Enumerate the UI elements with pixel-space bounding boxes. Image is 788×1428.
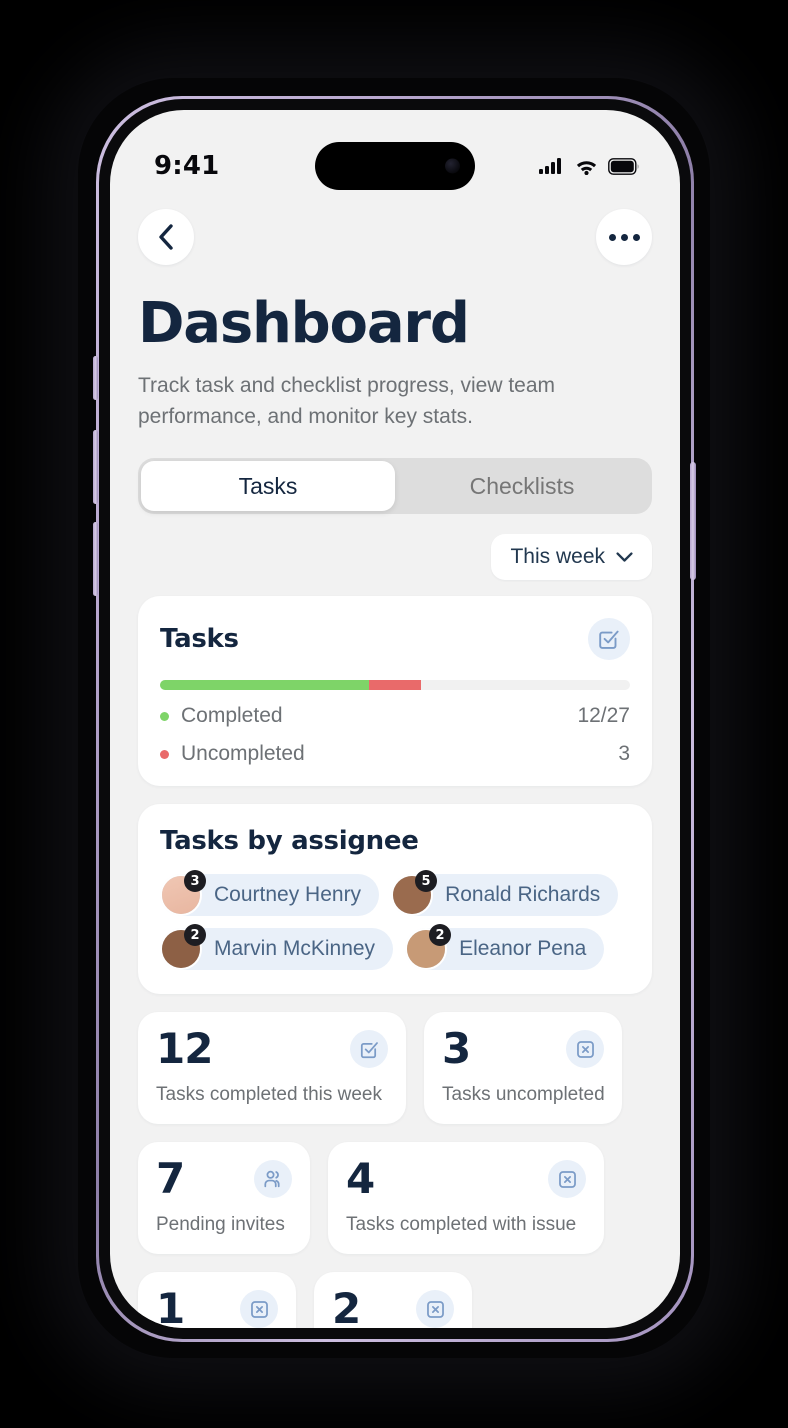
volume-down-button[interactable] <box>93 522 98 596</box>
tasks-by-assignee-card: Tasks by assignee 3 Courtney Henry 5 Ron… <box>138 804 652 995</box>
stat-value: 1 <box>156 1284 185 1328</box>
power-button[interactable] <box>690 462 696 580</box>
stat-icon-wrapper <box>254 1160 292 1199</box>
tasks-card-title: Tasks <box>160 624 239 655</box>
segmented-tabs: Tasks Checklists <box>138 458 652 515</box>
assignee-chip-list: 3 Courtney Henry 5 Ronald Richards 2 Mar… <box>160 870 630 971</box>
status-bar-indicators <box>539 157 640 175</box>
chevron-down-icon <box>616 552 633 562</box>
legend-value-uncompleted: 3 <box>618 742 630 766</box>
stat-value: 12 <box>156 1024 213 1074</box>
stat-value: 4 <box>346 1154 375 1204</box>
date-range-dropdown[interactable]: This week <box>491 534 652 581</box>
mute-switch[interactable] <box>93 356 98 400</box>
stats-grid: 12 Tasks completed this week 3 Tasks unc… <box>138 1012 652 1328</box>
x-box-icon <box>426 1300 444 1318</box>
tasks-summary-card: Tasks Completed 12/27 Uncompleted 3 <box>138 596 652 787</box>
legend-dot-uncompleted <box>160 749 169 759</box>
stat-card-partial-two[interactable]: 2 <box>314 1272 472 1328</box>
assignee-card-title: Tasks by assignee <box>160 826 419 857</box>
progress-segment-completed <box>160 680 369 691</box>
chevron-left-icon <box>159 224 173 250</box>
stat-icon-wrapper <box>416 1290 454 1328</box>
assignee-name: Courtney Henry <box>214 883 362 907</box>
stats-row: 7 Pending invites 4 Tasks completed with… <box>138 1142 652 1255</box>
legend-row-uncompleted: Uncompleted 3 <box>160 742 630 766</box>
dynamic-island <box>315 142 475 190</box>
assignee-task-count-badge: 2 <box>184 924 206 947</box>
assignee-chip[interactable]: 3 Courtney Henry <box>160 870 380 917</box>
stat-card-tasks-completed-with-issue[interactable]: 4 Tasks completed with issue <box>328 1142 604 1255</box>
stat-label: Tasks uncompleted <box>442 1084 605 1106</box>
stat-label: Tasks completed with issue <box>346 1214 577 1236</box>
stat-value: 7 <box>156 1154 185 1204</box>
status-bar-clock: 9:41 <box>154 151 220 181</box>
assignee-chip[interactable]: 5 Ronald Richards <box>391 870 619 917</box>
page-subtitle: Track task and checklist progress, view … <box>138 374 556 429</box>
wifi-icon <box>576 161 597 175</box>
page-content: Dashboard Track task and checklist progr… <box>110 286 680 1328</box>
front-camera-icon <box>445 158 460 174</box>
assignee-name: Eleanor Pena <box>459 937 587 961</box>
page-title: Dashboard <box>138 291 470 356</box>
legend-label-completed: Completed <box>181 704 283 728</box>
assignee-task-count-badge: 3 <box>184 870 206 893</box>
stats-row: 12 Tasks completed this week 3 Tasks unc… <box>138 1012 652 1125</box>
assignee-chip[interactable]: 2 Eleanor Pena <box>405 924 605 971</box>
tasks-card-header: Tasks <box>160 618 630 661</box>
cellular-signal-icon <box>539 158 561 174</box>
tab-tasks[interactable]: Tasks <box>141 461 395 512</box>
x-box-icon <box>558 1170 576 1188</box>
volume-up-button[interactable] <box>93 430 98 504</box>
tasks-progress-bar <box>160 680 630 691</box>
screenshot-stage: 9:41 Dashboard Track task and checklist … <box>0 0 788 1428</box>
navigation-row <box>138 206 652 268</box>
back-button[interactable] <box>138 209 194 265</box>
legend-dot-completed <box>160 711 169 721</box>
assignee-task-count-badge: 5 <box>415 870 438 893</box>
stat-label: Pending invites <box>156 1214 285 1236</box>
phone-screen: 9:41 Dashboard Track task and checklist … <box>110 110 680 1328</box>
stat-label: Tasks completed this week <box>156 1084 382 1106</box>
stat-card-pending-invites[interactable]: 7 Pending invites <box>138 1142 310 1255</box>
date-range-label: This week <box>510 545 605 569</box>
filter-row: This week <box>138 534 652 581</box>
legend-row-completed: Completed 12/27 <box>160 704 630 728</box>
x-box-icon <box>576 1040 594 1058</box>
assignee-chip[interactable]: 2 Marvin McKinney <box>160 924 394 971</box>
stat-card-partial-one[interactable]: 1 <box>138 1272 296 1328</box>
x-box-icon <box>250 1300 268 1318</box>
stat-value: 3 <box>442 1024 471 1074</box>
users-icon <box>264 1170 280 1188</box>
stat-icon-wrapper <box>566 1030 604 1069</box>
legend-label-uncompleted: Uncompleted <box>181 742 305 766</box>
stat-icon-wrapper <box>548 1160 586 1199</box>
stat-card-tasks-completed-this-week[interactable]: 12 Tasks completed this week <box>138 1012 406 1125</box>
more-options-button[interactable] <box>596 209 652 265</box>
stat-card-tasks-uncompleted[interactable]: 3 Tasks uncompleted <box>424 1012 622 1125</box>
stat-value: 2 <box>332 1284 361 1328</box>
assignee-task-count-badge: 2 <box>429 924 452 947</box>
stat-icon-wrapper <box>350 1030 388 1069</box>
tasks-card-icon-wrapper <box>588 618 630 661</box>
assignee-name: Marvin McKinney <box>214 937 376 961</box>
battery-icon <box>608 157 639 175</box>
checkbox-checked-icon <box>599 630 619 650</box>
tab-checklists[interactable]: Checklists <box>395 461 649 511</box>
ellipsis-icon <box>608 233 640 241</box>
stats-row: 1 2 <box>138 1272 652 1328</box>
stat-icon-wrapper <box>240 1290 278 1328</box>
checkbox-checked-icon <box>360 1041 378 1058</box>
legend-value-completed: 12/27 <box>577 704 630 728</box>
progress-segment-uncompleted <box>368 680 421 691</box>
assignee-name: Ronald Richards <box>445 883 601 907</box>
